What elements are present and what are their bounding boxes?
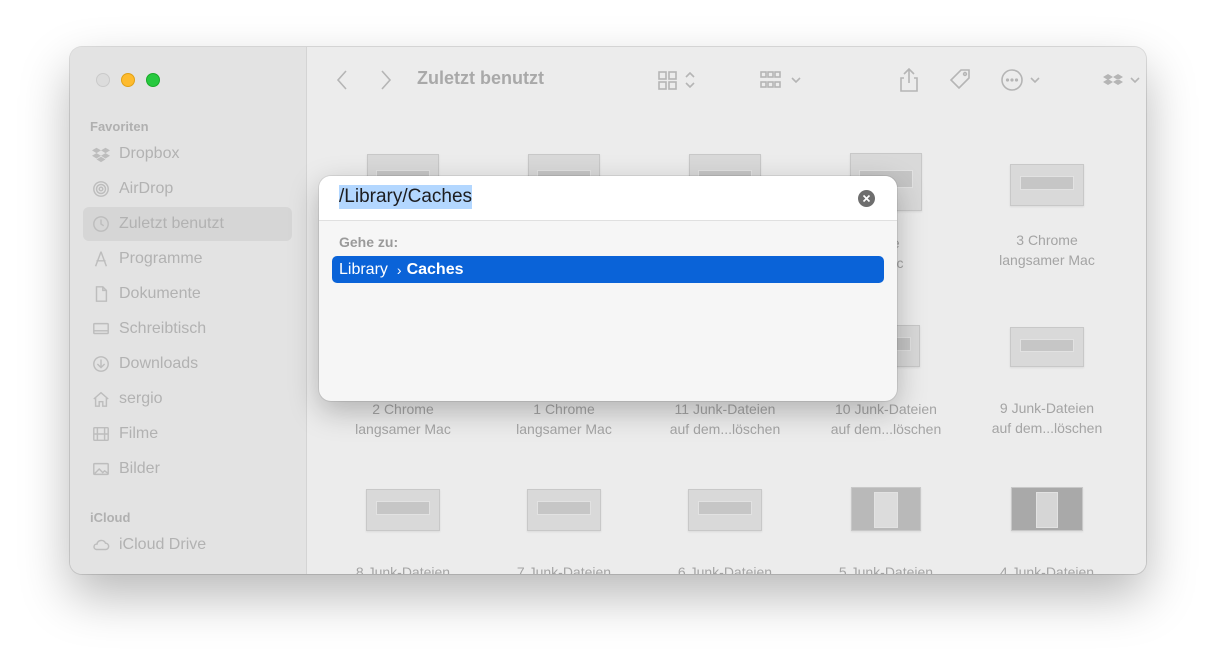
- sidebar-item-dropbox[interactable]: Dropbox: [83, 137, 292, 171]
- sidebar-item-applications[interactable]: Programme: [83, 242, 292, 276]
- desktop-icon: [91, 319, 111, 339]
- file-name-line2: auf dem...löschen: [830, 421, 942, 437]
- view-mode-button[interactable]: [655, 67, 701, 93]
- forward-button[interactable]: [375, 67, 397, 93]
- file-item[interactable]: 7 Junk-Dateien: [489, 489, 639, 574]
- sidebar-item-label: Filme: [119, 425, 159, 442]
- window-title: Zuletzt benutzt: [417, 68, 544, 88]
- file-item[interactable]: 8 Junk-Dateien: [328, 489, 478, 574]
- sidebar-item-airdrop[interactable]: AirDrop: [83, 172, 292, 206]
- more-icon: [1001, 69, 1040, 91]
- go-to-folder-dialog: /Library/Caches Gehe zu: Library › Cache…: [319, 176, 897, 401]
- file-thumbnail: [1010, 164, 1084, 206]
- file-item[interactable]: 5 Junk-Dateien: [811, 487, 961, 574]
- file-name-line1: 2 Chrome: [372, 401, 434, 417]
- sidebar-item-movies[interactable]: Filme: [83, 417, 292, 451]
- file-thumbnail: [1011, 487, 1083, 531]
- action-menu-button[interactable]: [999, 67, 1047, 93]
- file-name-line1: 9 Junk-Dateien: [999, 400, 1095, 416]
- dropbox-icon: [1103, 74, 1140, 85]
- file-name-line1: 5 Junk-Dateien: [838, 564, 934, 574]
- file-name-line1: 4 Junk-Dateien: [999, 564, 1095, 574]
- tag-icon: [949, 69, 970, 90]
- dropbox-icon: [91, 144, 111, 164]
- favorites-section-label: Favoriten: [90, 119, 149, 134]
- sidebar-item-icloud-drive[interactable]: iCloud Drive: [83, 528, 292, 562]
- sidebar-item-downloads[interactable]: Downloads: [83, 347, 292, 381]
- zoom-window-button[interactable]: [146, 73, 160, 87]
- file-name-line2: langsamer Mac: [516, 421, 612, 437]
- file-name-line2: auf dem...löschen: [669, 421, 781, 437]
- back-button[interactable]: [331, 67, 353, 93]
- file-name-line1: 3 Chrome: [1016, 232, 1078, 248]
- tag-button[interactable]: [947, 67, 973, 93]
- sidebar-item-label: iCloud Drive: [119, 536, 207, 553]
- file-item[interactable]: 6 Junk-Dateien: [650, 489, 800, 574]
- suggestion-folder: Caches: [406, 260, 464, 278]
- goto-heading: Gehe zu:: [339, 234, 399, 250]
- sidebar-item-pictures[interactable]: Bilder: [83, 452, 292, 486]
- file-thumbnail: [1010, 327, 1084, 367]
- sidebar-item-label: AirDrop: [119, 180, 174, 197]
- grid-view-icon: [658, 71, 695, 90]
- group-icon: [760, 71, 801, 88]
- chevron-right-icon: ›: [396, 261, 402, 278]
- path-input[interactable]: /Library/Caches: [339, 185, 473, 209]
- file-item[interactable]: 9 Junk-Dateien auf dem...löschen: [972, 327, 1122, 438]
- file-name-line1: 1 Chrome: [533, 401, 595, 417]
- icloud-section-label: iCloud: [90, 510, 131, 525]
- clear-button[interactable]: [858, 190, 875, 207]
- file-name-line1: 10 Junk-Dateien: [835, 401, 937, 417]
- sidebar-item-label: Dropbox: [119, 145, 180, 162]
- file-name-line2: langsamer Mac: [999, 252, 1095, 268]
- group-button[interactable]: [758, 67, 808, 93]
- dropbox-toolbar-button[interactable]: [1101, 67, 1145, 93]
- sidebar-item-label: Downloads: [119, 355, 199, 372]
- clock-icon: [91, 214, 111, 234]
- cloud-icon: [91, 535, 111, 555]
- file-thumbnail: [366, 489, 440, 531]
- airdrop-icon: [91, 179, 111, 199]
- file-thumbnail: [688, 489, 762, 531]
- file-name-line2: auf dem...löschen: [991, 420, 1103, 436]
- sidebar: Favoriten Dropbox AirDrop Zuletzt benutz…: [70, 47, 307, 574]
- sidebar-item-home[interactable]: sergio: [83, 382, 292, 416]
- path-field[interactable]: /Library/Caches: [319, 176, 897, 221]
- file-name-line1: 6 Junk-Dateien: [677, 564, 773, 574]
- chevron-right-icon: [381, 70, 392, 90]
- sidebar-item-desktop[interactable]: Schreibtisch: [83, 312, 292, 346]
- share-icon: [900, 67, 918, 92]
- sidebar-item-recents[interactable]: Zuletzt benutzt: [83, 207, 292, 241]
- sidebar-item-label: Dokumente: [119, 285, 201, 302]
- file-name-line1: 7 Junk-Dateien: [516, 564, 612, 574]
- document-icon: [91, 284, 111, 304]
- photo-icon: [91, 459, 111, 479]
- applications-icon: [91, 249, 111, 269]
- sidebar-item-label: Zuletzt benutzt: [119, 215, 224, 232]
- minimize-window-button[interactable]: [121, 73, 135, 87]
- sidebar-item-label: Schreibtisch: [119, 320, 207, 337]
- sidebar-item-label: Programme: [119, 250, 203, 267]
- suggestion-parent: Library: [339, 260, 388, 278]
- sidebar-item-label: Bilder: [119, 460, 160, 477]
- film-icon: [91, 424, 111, 444]
- sidebar-item-label: sergio: [119, 390, 163, 407]
- chevron-left-icon: [336, 70, 347, 90]
- file-name-line1: 11 Junk-Dateien: [674, 401, 776, 417]
- file-thumbnail: [851, 487, 921, 531]
- home-icon: [91, 389, 111, 409]
- file-item[interactable]: 3 Chrome langsamer Mac: [972, 164, 1122, 270]
- file-name-line2: langsamer Mac: [355, 421, 451, 437]
- close-icon: [862, 194, 871, 203]
- path-suggestion[interactable]: Library › Caches: [332, 256, 884, 283]
- download-icon: [91, 354, 111, 374]
- share-button[interactable]: [897, 67, 921, 93]
- file-thumbnail: [527, 489, 601, 531]
- close-window-button[interactable]: [96, 73, 110, 87]
- file-name-line1: 8 Junk-Dateien: [355, 564, 451, 574]
- file-item[interactable]: 4 Junk-Dateien: [972, 487, 1122, 574]
- sidebar-item-documents[interactable]: Dokumente: [83, 277, 292, 311]
